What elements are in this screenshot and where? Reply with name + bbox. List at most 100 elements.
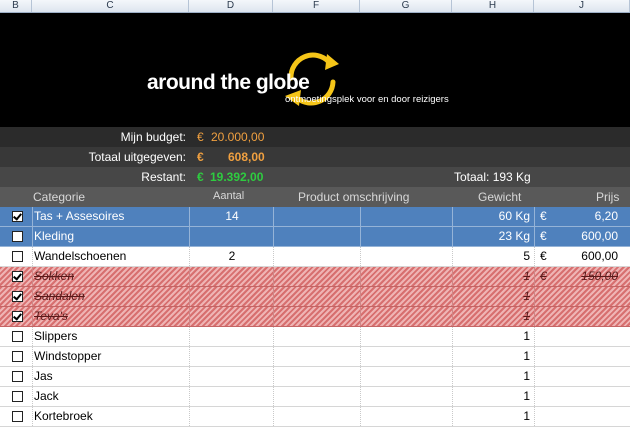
row-amount[interactable] xyxy=(190,407,274,426)
cell-divider xyxy=(32,347,33,366)
row-price[interactable] xyxy=(556,327,618,346)
row-currency[interactable]: € xyxy=(540,207,556,226)
row-weight[interactable]: 1 xyxy=(452,287,530,306)
row-amount[interactable] xyxy=(190,347,274,366)
row-amount[interactable] xyxy=(190,327,274,346)
row-price[interactable]: 6,20 xyxy=(556,207,618,226)
cell-divider xyxy=(360,387,361,406)
row-weight[interactable]: 5 xyxy=(452,247,530,266)
cell-divider xyxy=(360,207,361,226)
column-header-j[interactable]: J xyxy=(534,0,630,12)
row-weight[interactable]: 1 xyxy=(452,307,530,326)
row-amount[interactable] xyxy=(190,287,274,306)
row-price[interactable] xyxy=(556,287,618,306)
row-currency[interactable]: € xyxy=(540,267,556,286)
row-weight[interactable]: 1 xyxy=(452,327,530,346)
table-row[interactable]: Kortebroek 1 xyxy=(0,407,630,427)
row-weight[interactable]: 1 xyxy=(452,387,530,406)
row-price[interactable] xyxy=(556,387,618,406)
column-header-c[interactable]: C xyxy=(32,0,189,12)
row-price[interactable] xyxy=(556,307,618,326)
row-weight[interactable]: 1 xyxy=(452,407,530,426)
header-amount: Aantal xyxy=(213,190,245,202)
cell-divider xyxy=(360,367,361,386)
row-price[interactable]: 600,00 xyxy=(556,247,618,266)
row-checkbox[interactable] xyxy=(12,271,23,282)
row-currency[interactable]: € xyxy=(540,227,556,246)
header-description: Product omschrijving xyxy=(298,190,410,204)
column-header-d[interactable]: D xyxy=(189,0,273,12)
row-category[interactable]: Teva's xyxy=(34,307,184,326)
cell-divider xyxy=(360,407,361,426)
column-header-g[interactable]: G xyxy=(360,0,452,12)
table-row[interactable]: Sandalen 1 xyxy=(0,287,630,307)
table-row[interactable]: Sokken 1 €150,00 xyxy=(0,267,630,287)
cell-divider xyxy=(360,347,361,366)
row-amount[interactable]: 2 xyxy=(190,247,274,266)
row-weight[interactable]: 1 xyxy=(452,347,530,366)
table-row[interactable]: Tas + Assesoires 14 60 Kg €6,20 xyxy=(0,207,630,227)
row-category[interactable]: Windstopper xyxy=(34,347,184,366)
row-currency[interactable]: € xyxy=(540,247,556,266)
row-category[interactable]: Tas + Assesoires xyxy=(34,207,184,226)
row-checkbox[interactable] xyxy=(12,371,23,382)
row-currency[interactable] xyxy=(540,367,556,386)
table-row[interactable]: Windstopper 1 xyxy=(0,347,630,367)
row-category[interactable]: Jack xyxy=(34,387,184,406)
cell-divider xyxy=(32,307,33,326)
table-row[interactable]: Teva's 1 xyxy=(0,307,630,327)
row-checkbox[interactable] xyxy=(12,411,23,422)
row-amount[interactable] xyxy=(190,387,274,406)
row-checkbox[interactable] xyxy=(12,351,23,362)
row-checkbox[interactable] xyxy=(12,291,23,302)
column-header-f[interactable]: F xyxy=(273,0,360,12)
row-amount[interactable] xyxy=(190,267,274,286)
row-checkbox[interactable] xyxy=(12,331,23,342)
row-amount[interactable] xyxy=(190,367,274,386)
row-category[interactable]: Jas xyxy=(34,367,184,386)
table-row[interactable]: Jas 1 xyxy=(0,367,630,387)
column-header-h[interactable]: H xyxy=(452,0,534,12)
row-currency[interactable] xyxy=(540,347,556,366)
row-category[interactable]: Kleding xyxy=(34,227,184,246)
row-currency[interactable] xyxy=(540,387,556,406)
row-weight[interactable]: 60 Kg xyxy=(452,207,530,226)
row-category[interactable]: Wandelschoenen xyxy=(34,247,184,266)
row-currency[interactable] xyxy=(540,407,556,426)
spent-value[interactable]: 608,00 xyxy=(228,150,265,164)
row-checkbox[interactable] xyxy=(12,211,23,222)
row-category[interactable]: Kortebroek xyxy=(34,407,184,426)
row-weight[interactable]: 1 xyxy=(452,367,530,386)
row-currency[interactable] xyxy=(540,287,556,306)
remaining-value[interactable]: 19.392,00 xyxy=(210,170,263,184)
row-checkbox[interactable] xyxy=(12,231,23,242)
row-category[interactable]: Slippers xyxy=(34,327,184,346)
row-category[interactable]: Sandalen xyxy=(34,287,184,306)
row-price[interactable] xyxy=(556,347,618,366)
row-amount[interactable] xyxy=(190,307,274,326)
table-row[interactable]: Slippers 1 xyxy=(0,327,630,347)
table-row[interactable]: Wandelschoenen 2 5 €600,00 xyxy=(0,247,630,267)
table-row[interactable]: Jack 1 xyxy=(0,387,630,407)
row-currency[interactable] xyxy=(540,307,556,326)
row-price[interactable] xyxy=(556,367,618,386)
budget-value[interactable]: 20.000,00 xyxy=(211,130,264,144)
cell-divider xyxy=(360,267,361,286)
row-weight[interactable]: 1 xyxy=(452,267,530,286)
row-weight[interactable]: 23 Kg xyxy=(452,227,530,246)
row-amount[interactable]: 14 xyxy=(190,207,274,226)
cell-divider xyxy=(534,207,535,226)
row-checkbox[interactable] xyxy=(12,251,23,262)
column-header-b[interactable]: B xyxy=(0,0,32,12)
table-row[interactable]: Kleding 23 Kg €600,00 xyxy=(0,227,630,247)
row-amount[interactable] xyxy=(190,227,274,246)
row-price[interactable]: 600,00 xyxy=(556,227,618,246)
row-price[interactable] xyxy=(556,407,618,426)
packing-list: Tas + Assesoires 14 60 Kg €6,20 Kleding 23 Kg… xyxy=(0,207,630,427)
row-currency[interactable] xyxy=(540,327,556,346)
column-header-bar: B C D F G H J xyxy=(0,0,630,13)
row-category[interactable]: Sokken xyxy=(34,267,184,286)
row-checkbox[interactable] xyxy=(12,311,23,322)
row-price[interactable]: 150,00 xyxy=(556,267,618,286)
row-checkbox[interactable] xyxy=(12,391,23,402)
